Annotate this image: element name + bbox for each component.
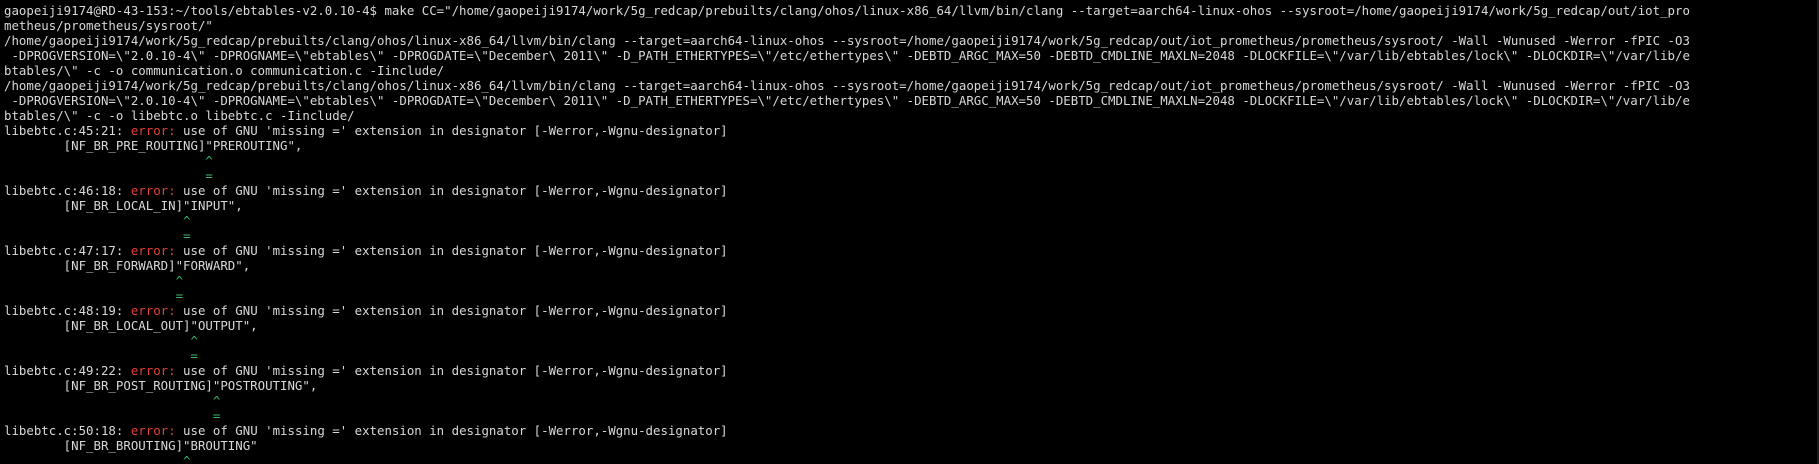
caret-marker: ^: [4, 393, 221, 408]
diagnostic-header: libebtc.c:46:18: error: use of GNU 'miss…: [4, 183, 1815, 198]
source-line: [NF_BR_LOCAL_IN]"INPUT",: [4, 198, 243, 213]
diagnostic-message: use of GNU 'missing =' extension in desi…: [175, 303, 728, 318]
diagnostic-location: libebtc.c:48:19:: [4, 303, 131, 318]
command-line: btables/\" -c -o libebtc.o libebtc.c -Ii…: [4, 108, 355, 123]
diagnostic-message: use of GNU 'missing =' extension in desi…: [175, 363, 728, 378]
diagnostic-message: use of GNU 'missing =' extension in desi…: [175, 423, 728, 438]
fixit-hint: =: [4, 288, 184, 303]
command-line: /home/gaopeiji9174/work/5g_redcap/prebui…: [4, 78, 1690, 93]
diagnostic-error-2: libebtc.c:46:18: error: use of GNU 'miss…: [4, 183, 1815, 243]
diagnostic-header: libebtc.c:50:18: error: use of GNU 'miss…: [4, 423, 1815, 438]
fixit-hint: =: [4, 228, 191, 243]
command-line: gaopeiji9174@RD-43-153:~/tools/ebtables-…: [4, 3, 1690, 18]
command-line: -DPROGVERSION=\"2.0.10-4\" -DPROGNAME=\"…: [4, 48, 1690, 63]
fixit-hint: =: [4, 408, 221, 423]
caret-marker: ^: [4, 213, 191, 228]
command-line: /home/gaopeiji9174/work/5g_redcap/prebui…: [4, 33, 1690, 48]
diagnostic-message: use of GNU 'missing =' extension in desi…: [175, 243, 728, 258]
source-line: [NF_BR_LOCAL_OUT]"OUTPUT",: [4, 318, 258, 333]
source-line: [NF_BR_PRE_ROUTING]"PREROUTING",: [4, 138, 303, 153]
diagnostic-header: libebtc.c:49:22: error: use of GNU 'miss…: [4, 363, 1815, 378]
diagnostic-error-1: libebtc.c:45:21: error: use of GNU 'miss…: [4, 123, 1815, 183]
source-line: [NF_BR_FORWARD]"FORWARD",: [4, 258, 251, 273]
command-line: metheus/prometheus/sysroot/": [4, 18, 213, 33]
diagnostic-error-4: libebtc.c:48:19: error: use of GNU 'miss…: [4, 303, 1815, 363]
diagnostic-error-6: libebtc.c:50:18: error: use of GNU 'miss…: [4, 423, 1815, 464]
error-label: error:: [130, 123, 176, 138]
source-line: [NF_BR_POST_ROUTING]"POSTROUTING",: [4, 378, 318, 393]
diagnostic-location: libebtc.c:45:21:: [4, 123, 131, 138]
diagnostic-header: libebtc.c:45:21: error: use of GNU 'miss…: [4, 123, 1815, 138]
error-label: error:: [130, 423, 176, 438]
fixit-hint: =: [4, 348, 198, 363]
diagnostic-message: use of GNU 'missing =' extension in desi…: [175, 183, 728, 198]
error-label: error:: [130, 243, 176, 258]
command-line: -DPROGVERSION=\"2.0.10-4\" -DPROGNAME=\"…: [4, 93, 1690, 108]
fixit-hint: =: [4, 168, 213, 183]
caret-marker: ^: [4, 453, 191, 464]
source-line: [NF_BR_BROUTING]"BROUTING": [4, 438, 258, 453]
error-label: error:: [130, 183, 176, 198]
diagnostic-message: use of GNU 'missing =' extension in desi…: [175, 123, 728, 138]
error-label: error:: [130, 363, 176, 378]
diagnostic-header: libebtc.c:47:17: error: use of GNU 'miss…: [4, 243, 1815, 258]
caret-marker: ^: [4, 153, 213, 168]
diagnostic-location: libebtc.c:49:22:: [4, 363, 131, 378]
diagnostic-location: libebtc.c:50:18:: [4, 423, 131, 438]
command-line: btables/\" -c -o communication.o communi…: [4, 63, 445, 78]
diagnostic-error-5: libebtc.c:49:22: error: use of GNU 'miss…: [4, 363, 1815, 423]
diagnostic-location: libebtc.c:46:18:: [4, 183, 131, 198]
error-label: error:: [130, 303, 176, 318]
caret-marker: ^: [4, 333, 198, 348]
caret-marker: ^: [4, 273, 184, 288]
diagnostic-location: libebtc.c:47:17:: [4, 243, 131, 258]
diagnostic-header: libebtc.c:48:19: error: use of GNU 'miss…: [4, 303, 1815, 318]
command-output: gaopeiji9174@RD-43-153:~/tools/ebtables-…: [4, 3, 1815, 123]
terminal-window[interactable]: gaopeiji9174@RD-43-153:~/tools/ebtables-…: [0, 0, 1819, 464]
diagnostic-error-3: libebtc.c:47:17: error: use of GNU 'miss…: [4, 243, 1815, 303]
